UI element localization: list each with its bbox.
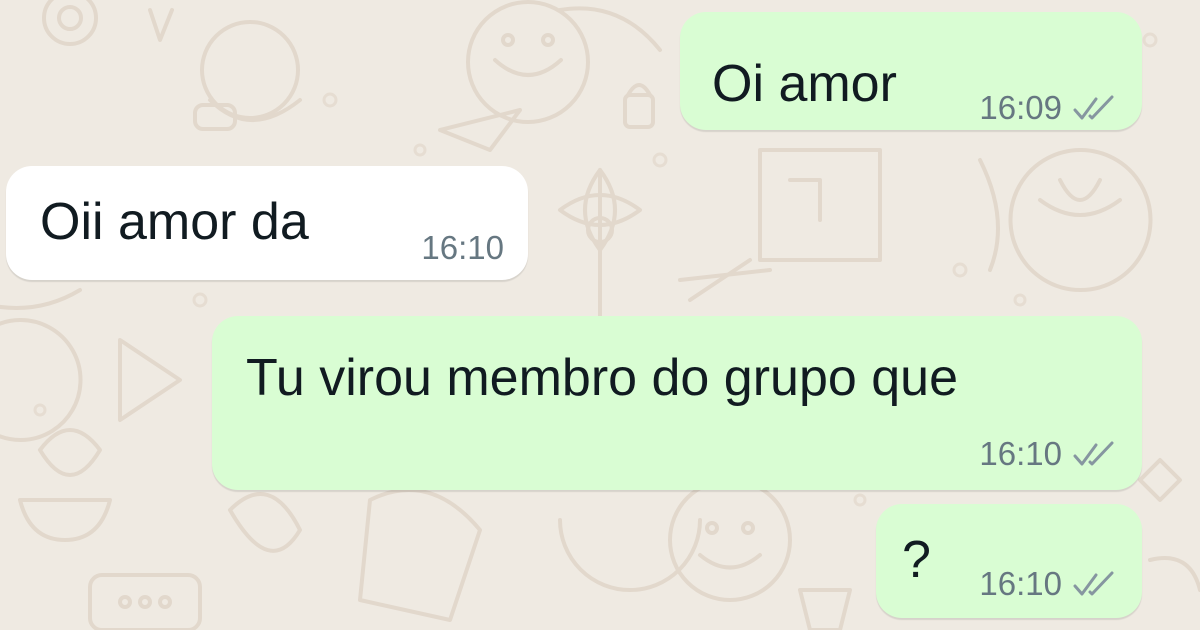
- double-check-icon: [1073, 441, 1114, 466]
- message-text: ?: [902, 531, 931, 589]
- message-meta: 16:09: [979, 88, 1116, 128]
- message-bubble-incoming[interactable]: Oii amor da 16:10: [6, 166, 528, 280]
- message-text: Oi amor: [712, 55, 897, 113]
- message-meta: 16:10: [979, 434, 1116, 474]
- double-check-icon: [1073, 95, 1114, 120]
- message-timestamp: 16:09: [979, 89, 1062, 126]
- message-text: Oii amor da: [40, 193, 309, 251]
- message-timestamp: 16:10: [421, 229, 504, 266]
- message-meta: 16:10: [979, 564, 1116, 604]
- double-check-icon: [1073, 571, 1114, 596]
- message-meta: 16:10: [421, 228, 504, 268]
- message-bubble-outgoing[interactable]: ? 16:10: [876, 504, 1142, 618]
- message-bubble-outgoing[interactable]: Tu virou membro do grupo que 16:10: [212, 316, 1142, 490]
- message-text: Tu virou membro do grupo que: [246, 349, 959, 407]
- message-bubble-outgoing[interactable]: Oi amor 16:09: [680, 12, 1142, 130]
- message-timestamp: 16:10: [979, 565, 1062, 602]
- chat-window[interactable]: Oi amor 16:09 Oii amor da 16:10 Tu virou…: [0, 0, 1200, 630]
- message-timestamp: 16:10: [979, 435, 1062, 472]
